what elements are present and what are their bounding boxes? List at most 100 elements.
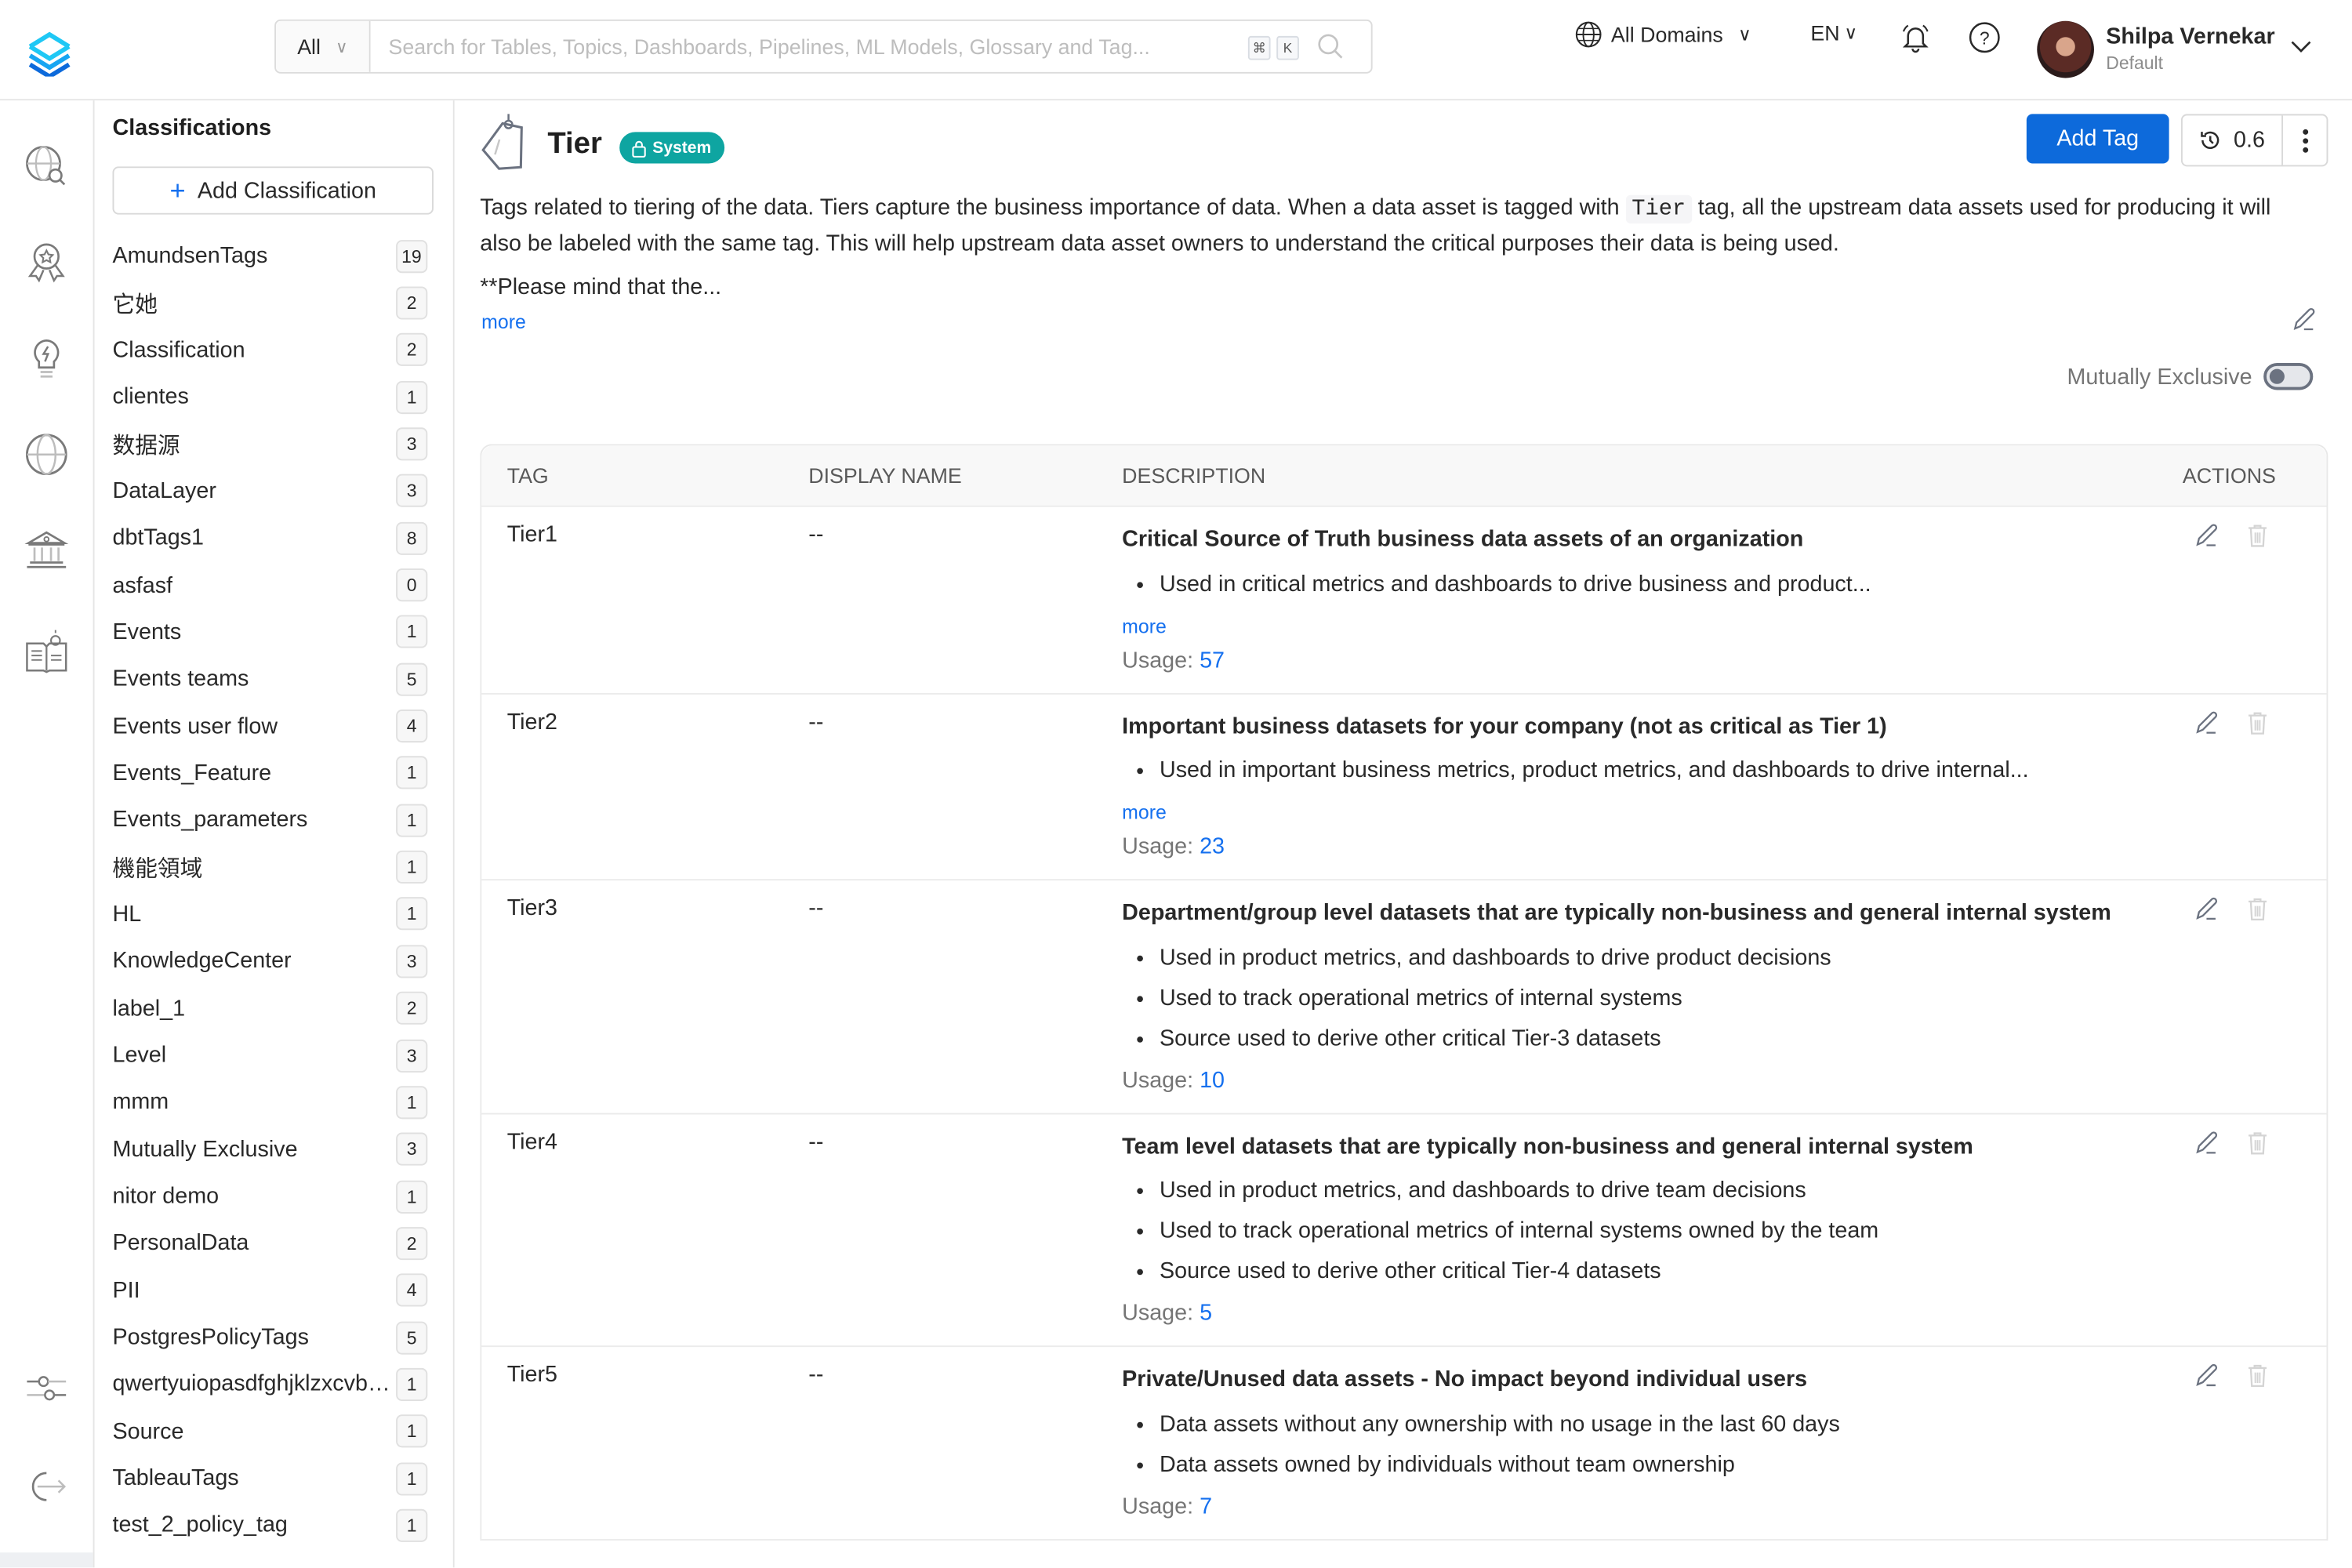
classification-count-badge: 1	[396, 615, 428, 649]
classification-item[interactable]: 機能領域 1	[95, 844, 453, 891]
edit-tag-icon[interactable]	[2193, 709, 2220, 735]
classification-name: nitor demo	[112, 1183, 220, 1210]
search-input[interactable]	[370, 20, 1248, 72]
search-scope-dropdown[interactable]: All ∨	[276, 20, 371, 72]
notifications-button[interactable]	[1899, 21, 1932, 54]
classification-item[interactable]: Mutually Exclusive 3	[95, 1126, 453, 1173]
classification-item[interactable]: test_2_policy_tag 1	[95, 1502, 453, 1549]
language-label: EN	[1810, 20, 1840, 45]
edit-description-icon[interactable]	[2291, 306, 2318, 332]
usage-count-link[interactable]: 57	[1200, 648, 1225, 673]
classification-item[interactable]: AmundsenTags 19	[95, 233, 453, 280]
tag-name[interactable]: Tier5	[507, 1362, 557, 1388]
language-selector[interactable]: EN ∨	[1810, 21, 1857, 45]
tag-description-more-link[interactable]: more	[1122, 801, 2142, 826]
edit-tag-icon[interactable]	[2193, 522, 2220, 549]
column-header-description[interactable]: DESCRIPTION	[1122, 463, 2142, 488]
usage-count-link[interactable]: 7	[1200, 1494, 1212, 1519]
tag-description: Important business datasets for your com…	[1122, 694, 2142, 879]
more-options-button[interactable]	[2283, 115, 2326, 165]
classification-item[interactable]: KnowledgeCenter 3	[95, 938, 453, 985]
classification-item[interactable]: 它她 2	[95, 280, 453, 327]
data-quality-icon[interactable]	[23, 238, 71, 286]
column-header-tag[interactable]: TAG	[507, 463, 549, 488]
description-bullet: Data assets owned by individuals without…	[1160, 1444, 2142, 1485]
classification-name: 機能領域	[112, 855, 203, 882]
tags-table: TAG DISPLAY NAME DESCRIPTION ACTIONS Tie…	[480, 444, 2328, 1541]
table-row: Tier5 -- Private/Unused data assets - No i…	[481, 1347, 2327, 1541]
user-avatar[interactable]	[2037, 20, 2094, 78]
classification-title: Tier	[547, 127, 602, 161]
delete-tag-icon[interactable]	[2244, 895, 2270, 922]
domain-selector[interactable]: All Domains ∨	[1575, 21, 1751, 48]
tag-name[interactable]: Tier3	[507, 895, 557, 921]
classification-item[interactable]: Classification 2	[95, 327, 453, 374]
delete-tag-icon[interactable]	[2244, 1129, 2270, 1156]
classification-item[interactable]: asfasf 0	[95, 561, 453, 608]
classification-item[interactable]: label_1 2	[95, 985, 453, 1032]
add-classification-button[interactable]: + Add Classification	[112, 166, 434, 215]
classification-item[interactable]: HL 1	[95, 891, 453, 938]
classification-item[interactable]: Level 3	[95, 1032, 453, 1079]
usage-count-link[interactable]: 10	[1200, 1067, 1225, 1093]
governance-bank-icon[interactable]	[23, 527, 71, 575]
user-menu[interactable]: Shilpa Vernekar Default	[2037, 20, 2275, 78]
classification-name: asfasf	[112, 572, 173, 598]
delete-tag-icon[interactable]	[2244, 709, 2270, 735]
tag-name[interactable]: Tier2	[507, 709, 557, 735]
description-more-link[interactable]: more	[481, 310, 526, 333]
classification-item[interactable]: PII 4	[95, 1267, 453, 1314]
classification-count-badge: 3	[396, 474, 428, 508]
classification-item[interactable]: Events 1	[95, 608, 453, 655]
classification-item[interactable]: dbtTags1 8	[95, 514, 453, 561]
explore-icon[interactable]	[23, 143, 71, 191]
classification-item[interactable]: 数据源 3	[95, 420, 453, 467]
tag-name[interactable]: Tier4	[507, 1129, 557, 1155]
help-button[interactable]: ?	[1968, 21, 2001, 54]
search-icon[interactable]	[1317, 33, 1344, 60]
usage-count-link[interactable]: 5	[1200, 1301, 1212, 1327]
classification-item[interactable]: Events teams 5	[95, 655, 453, 702]
classification-item[interactable]: PersonalData 2	[95, 1220, 453, 1267]
mutually-exclusive-toggle[interactable]	[2263, 363, 2314, 390]
classification-item[interactable]: qwertyuiopasdfghjklzxcvbnm 1	[95, 1361, 453, 1408]
usage-count-link[interactable]: 23	[1200, 834, 1225, 860]
edit-tag-icon[interactable]	[2193, 1129, 2220, 1156]
insights-lightbulb-icon[interactable]	[23, 335, 71, 383]
classification-item[interactable]: TableauTags 1	[95, 1455, 453, 1502]
classification-count-badge: 1	[396, 851, 428, 884]
edit-tag-icon[interactable]	[2193, 1362, 2220, 1388]
classification-item[interactable]: Events_parameters 1	[95, 797, 453, 844]
column-header-display-name[interactable]: DISPLAY NAME	[808, 463, 962, 488]
system-badge-label: System	[652, 138, 712, 157]
classification-item[interactable]: Source 1	[95, 1408, 453, 1455]
openmetadata-logo-icon[interactable]	[24, 26, 75, 77]
tag-name[interactable]: Tier1	[507, 522, 557, 548]
settings-sliders-icon[interactable]	[23, 1365, 71, 1413]
description-code: Tier	[1625, 194, 1692, 224]
tag-description-bullets: Used in important business metrics, prod…	[1122, 750, 2142, 791]
version-history-button[interactable]: 0.6	[2183, 115, 2284, 165]
domains-globe-icon[interactable]	[23, 430, 71, 478]
delete-tag-icon[interactable]	[2244, 522, 2270, 549]
classification-item[interactable]: PostgresPolicyTags 5	[95, 1314, 453, 1361]
tag-display-name: --	[808, 521, 824, 548]
chevron-down-icon[interactable]	[2291, 39, 2312, 54]
logout-icon[interactable]	[23, 1462, 71, 1510]
classification-item[interactable]: mmm 1	[95, 1079, 453, 1126]
tag-usage: Usage: 7	[1122, 1490, 2142, 1523]
classification-item[interactable]: clientes 1	[95, 373, 453, 420]
tag-description-more-link[interactable]: more	[1122, 614, 2142, 638]
classification-item[interactable]: Events_Feature 1	[95, 750, 453, 797]
classification-name: Events	[112, 619, 182, 645]
classification-item[interactable]: Events user flow 4	[95, 702, 453, 750]
add-tag-button[interactable]: Add Tag	[2026, 114, 2169, 164]
delete-tag-icon[interactable]	[2244, 1362, 2270, 1388]
classification-count-badge: 2	[396, 992, 428, 1025]
classification-name: Level	[112, 1042, 167, 1069]
classification-item[interactable]: DataLayer 3	[95, 467, 453, 514]
classification-item[interactable]: nitor demo 1	[95, 1173, 453, 1220]
tag-description-bullets: Data assets without any ownership with n…	[1122, 1403, 2142, 1484]
edit-tag-icon[interactable]	[2193, 895, 2220, 922]
knowledge-book-icon[interactable]	[23, 629, 71, 677]
